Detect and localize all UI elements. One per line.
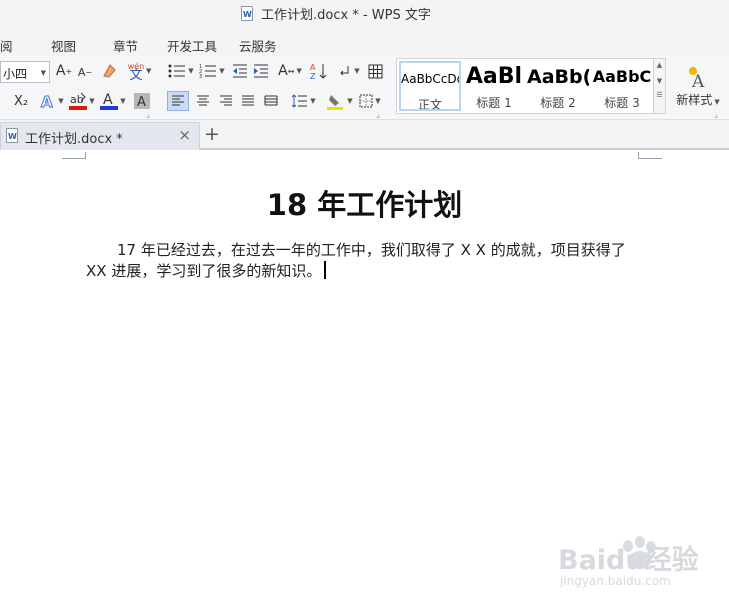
pinyin-guide-button[interactable]: wén 文 xyxy=(124,59,148,83)
watermark-brand: Baidu经验 xyxy=(558,545,699,576)
font-size-value: 小四 xyxy=(3,67,28,81)
baidu-jingyan-watermark: Baidu经验 jingyan.baidu.com xyxy=(558,530,728,600)
chevron-down-icon[interactable]: ▼ xyxy=(654,77,665,85)
subscript-button[interactable]: X₂ xyxy=(10,92,32,110)
increase-indent-icon[interactable] xyxy=(252,62,270,80)
document-heading[interactable]: 18 年工作计划 xyxy=(0,182,729,224)
chevron-down-icon: ▼ xyxy=(40,69,46,77)
style-name: 标题 1 xyxy=(476,96,512,110)
paragraph-text: 17 年已经过去，在过去一年的工作中，我们取得了 X X 的成就，项目获得了 X… xyxy=(86,241,626,280)
title-bar: 工作计划.docx * - WPS 文字 xyxy=(0,0,729,28)
bullet-list-button[interactable]: ▼ xyxy=(166,62,196,80)
svg-text:A: A xyxy=(137,95,146,109)
menu-chapter[interactable]: 章节 xyxy=(113,36,138,55)
style-heading-1[interactable]: AaBl 标题 1 xyxy=(463,61,525,111)
style-sample: AaBbC xyxy=(592,67,652,86)
document-tab-label: 工作计划.docx * xyxy=(25,132,123,147)
character-scaling-button[interactable]: A ↔ ▼ xyxy=(276,62,304,80)
window-title: 工作计划.docx * - WPS 文字 xyxy=(261,8,431,23)
style-name: 标题 2 xyxy=(540,96,576,110)
svg-text:A: A xyxy=(103,92,113,108)
new-style-label: 新样式 ▼ xyxy=(676,92,720,107)
text-effect-button[interactable]: A ▼ xyxy=(39,91,65,111)
style-sample: AaBl xyxy=(465,64,523,89)
styles-gallery: AaBbCcDd 正文 AaBl 标题 1 AaBb( 标题 2 AaBbC 标… xyxy=(396,58,666,114)
character-shading-icon[interactable]: A xyxy=(133,92,151,110)
svg-text:A: A xyxy=(310,63,316,72)
expand-gallery-icon[interactable]: ☰ xyxy=(654,91,665,99)
watermark-url: jingyan.baidu.com xyxy=(560,574,671,588)
style-name: 正文 xyxy=(417,98,442,111)
menu-cloud-service[interactable]: 云服务 xyxy=(239,36,277,55)
highlight-color-button[interactable]: ab ▼ xyxy=(68,90,96,112)
svg-text:ab: ab xyxy=(70,93,84,106)
new-style-button[interactable]: A 新样式 ▼ xyxy=(676,61,720,111)
page-corner-mark-left xyxy=(62,152,86,159)
document-tab[interactable]: 工作计划.docx * × xyxy=(0,122,200,150)
justify-button[interactable] xyxy=(238,91,258,111)
clear-format-icon[interactable] xyxy=(100,62,120,80)
sort-icon[interactable]: AZ xyxy=(309,61,329,81)
borders-button[interactable]: ▼ xyxy=(357,91,383,111)
menu-bar: 阅 视图 章节 开发工具 云服务 xyxy=(0,28,729,56)
menu-view[interactable]: 视图 xyxy=(51,36,76,55)
style-name: 标题 3 xyxy=(604,96,640,110)
paragraph-dialog-launcher-icon[interactable]: ⌟ xyxy=(376,110,380,119)
window-title-group: 工作计划.docx * - WPS 文字 xyxy=(241,4,431,23)
chevron-down-icon[interactable]: ▼ xyxy=(146,67,151,75)
svg-text:A: A xyxy=(691,72,705,89)
decrease-indent-icon[interactable] xyxy=(231,62,249,80)
menu-review[interactable]: 阅 xyxy=(0,36,13,55)
new-style-icon: A xyxy=(689,66,705,89)
numbered-list-button[interactable]: 123 ▼ xyxy=(197,62,227,80)
text-cursor xyxy=(324,261,327,279)
svg-text:3: 3 xyxy=(199,74,202,79)
align-left-button[interactable] xyxy=(167,91,189,111)
grow-font-icon[interactable]: A + xyxy=(56,63,72,79)
shrink-font-icon[interactable]: A − xyxy=(77,64,93,80)
align-right-button[interactable] xyxy=(216,91,236,111)
style-heading-3[interactable]: AaBbC 标题 3 xyxy=(591,61,653,111)
font-dialog-launcher-icon[interactable]: ⌟ xyxy=(146,110,150,119)
close-icon[interactable]: × xyxy=(178,126,191,144)
style-normal[interactable]: AaBbCcDd 正文 xyxy=(399,61,461,111)
align-center-button[interactable] xyxy=(193,91,213,111)
document-tab-bar: 工作计划.docx * × + xyxy=(0,120,729,150)
new-tab-button[interactable]: + xyxy=(204,123,220,145)
wps-document-icon xyxy=(241,6,253,21)
style-heading-2[interactable]: AaBb( 标题 2 xyxy=(527,61,589,111)
document-icon xyxy=(6,128,18,143)
paragraph-shading-button[interactable]: ▼ xyxy=(326,90,354,112)
chevron-up-icon[interactable]: ▲ xyxy=(654,61,665,69)
line-spacing-button[interactable]: ▼ xyxy=(290,91,318,111)
paragraph-mark-button[interactable]: ▼ xyxy=(337,62,361,80)
styles-dialog-launcher-icon[interactable]: ⌟ xyxy=(714,110,718,119)
table-grid-icon[interactable] xyxy=(366,62,384,80)
font-size-select[interactable]: 小四 ▼ xyxy=(0,61,50,83)
page-corner-mark-right xyxy=(638,152,662,159)
style-sample: AaBbCcDd xyxy=(401,72,459,86)
document-paragraph[interactable]: 17 年已经过去，在过去一年的工作中，我们取得了 X X 的成就，项目获得了 X… xyxy=(86,240,646,282)
pinyin-char: 文 xyxy=(129,68,143,83)
font-color-button[interactable]: A ▼ xyxy=(99,90,127,112)
svg-text:A: A xyxy=(41,93,53,109)
menu-developer-tools[interactable]: 开发工具 xyxy=(167,36,217,55)
style-sample: AaBb( xyxy=(527,66,589,88)
distributed-align-button[interactable] xyxy=(261,91,281,111)
svg-text:Z: Z xyxy=(310,72,316,80)
styles-scrollbar[interactable]: ▲ ▼ ☰ xyxy=(653,59,665,113)
